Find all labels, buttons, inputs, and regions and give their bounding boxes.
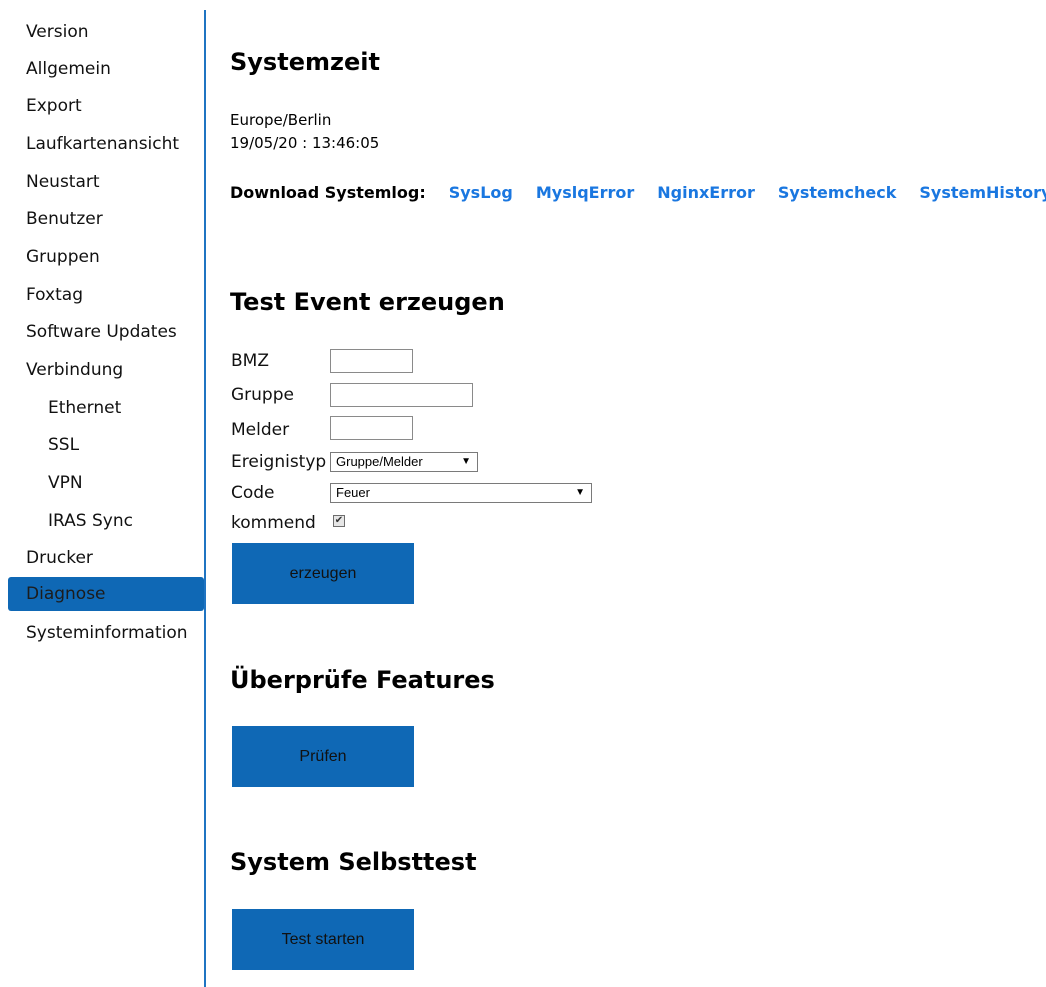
sidebar-item-laufkartenansicht[interactable]: Laufkartenansicht [8,127,204,161]
checkmark-icon: ✔ [334,515,344,526]
sidebar-item-iras-sync[interactable]: IRAS Sync [8,504,204,538]
erzeugen-button[interactable]: erzeugen [232,543,414,604]
chevron-down-icon: ▼ [461,456,471,467]
selbsttest-heading: System Selbsttest [230,848,477,876]
test-starten-button[interactable]: Test starten [232,909,414,970]
test-event-heading: Test Event erzeugen [230,288,505,316]
melder-input[interactable] [330,416,413,440]
sidebar-item-neustart[interactable]: Neustart [8,165,204,199]
systemzeit-heading: Systemzeit [230,48,380,76]
timezone-text: Europe/Berlin [230,111,332,129]
sidebar-nav: Version Allgemein Export Laufkartenansic… [0,0,204,987]
bmz-label: BMZ [231,351,269,371]
sidebar-item-systeminformation[interactable]: Systeminformation [8,616,204,650]
sidebar-item-export[interactable]: Export [8,89,204,123]
ereignistyp-select[interactable]: Gruppe/Melder ▼ [330,452,478,472]
sidebar-item-diagnose[interactable]: Diagnose [8,577,204,611]
download-systemlog-row: Download Systemlog: SysLog MyslqError Nginx… [230,183,1046,202]
ereignistyp-selected: Gruppe/Melder [336,454,423,469]
code-label: Code [231,483,275,503]
sidebar-item-verbindung[interactable]: Verbindung [8,353,204,387]
chevron-down-icon: ▼ [575,487,585,498]
sidebar-item-software-updates[interactable]: Software Updates [8,315,204,349]
sidebar-item-allgemein[interactable]: Allgemein [8,52,204,86]
gruppe-input[interactable] [330,383,473,407]
code-select[interactable]: Feuer ▼ [330,483,592,503]
datetime-text: 19/05/20 : 13:46:05 [230,134,380,152]
sidebar-item-ethernet[interactable]: Ethernet [8,391,204,425]
systemhistory-link[interactable]: SystemHistory [919,183,1046,202]
sidebar-item-gruppen[interactable]: Gruppen [8,240,204,274]
bmz-input[interactable] [330,349,413,373]
syslog-link[interactable]: SysLog [449,183,513,202]
sidebar-item-version[interactable]: Version [8,15,204,49]
download-systemlog-label: Download Systemlog: [230,183,426,202]
features-heading: Überprüfe Features [230,666,495,694]
sidebar-item-drucker[interactable]: Drucker [8,541,204,575]
melder-label: Melder [231,420,290,440]
mysqlerror-link[interactable]: MyslqError [536,183,634,202]
sidebar-item-benutzer[interactable]: Benutzer [8,202,204,236]
ereignistyp-label: Ereignistyp [231,452,327,472]
code-selected: Feuer [336,485,370,500]
sidebar-divider [204,10,206,987]
sidebar-item-vpn[interactable]: VPN [8,466,204,500]
sidebar-item-foxtag[interactable]: Foxtag [8,278,204,312]
kommend-checkbox[interactable]: ✔ [333,515,345,527]
pruefen-button[interactable]: Prüfen [232,726,414,787]
nginxerror-link[interactable]: NginxError [657,183,755,202]
gruppe-label: Gruppe [231,385,294,405]
systemcheck-link[interactable]: Systemcheck [778,183,897,202]
sidebar-item-ssl[interactable]: SSL [8,428,204,462]
kommend-label: kommend [231,513,316,533]
